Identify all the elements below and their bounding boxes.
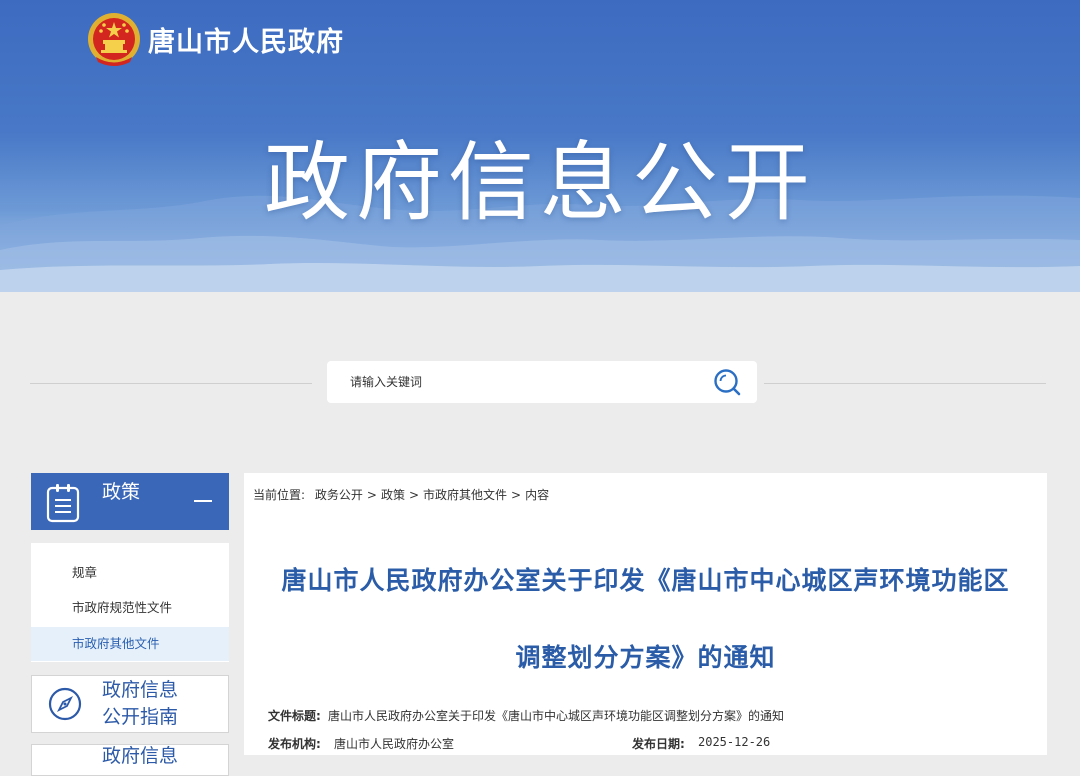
- publisher-label: 发布机构:: [268, 737, 321, 751]
- sidebar-section-title: 政策: [102, 481, 141, 503]
- clipboard-icon: [45, 483, 81, 527]
- sidebar-item-rules[interactable]: 规章: [31, 556, 229, 590]
- doc-title-label: 文件标题:: [268, 709, 321, 723]
- breadcrumb-item-policy[interactable]: 政策: [381, 488, 405, 502]
- site-name[interactable]: 唐山市人民政府: [148, 20, 344, 59]
- breadcrumb-item-gov-affairs[interactable]: 政务公开: [315, 488, 363, 502]
- breadcrumb-item-content: 内容: [525, 488, 550, 502]
- breadcrumb-item-other-docs[interactable]: 市政府其他文件: [423, 488, 507, 502]
- main-content: 当前位置: 政务公开 > 政策 > 市政府其他文件 > 内容 唐山市人民政府办公室关于印发《…: [244, 473, 1047, 755]
- sidebar-item-gov-info[interactable]: 政府信息: [31, 744, 229, 776]
- sidebar-item-disclosure-guide[interactable]: 政府信息 公开指南: [31, 675, 229, 733]
- article-title-line1: 唐山市人民政府办公室关于印发《唐山市中心城区声环境功能区: [281, 566, 1010, 595]
- divider-line-right: [764, 383, 1046, 384]
- sidebar-item-normative-docs[interactable]: 市政府规范性文件: [31, 591, 229, 625]
- sidebar-list: 规章 市政府规范性文件 市政府其他文件: [31, 543, 229, 662]
- breadcrumb: 当前位置: 政务公开 > 政策 > 市政府其他文件 > 内容: [253, 486, 549, 503]
- divider-line-left: [30, 383, 312, 384]
- collapse-minus-icon[interactable]: [194, 500, 212, 502]
- publisher-value: 唐山市人民政府办公室: [334, 737, 455, 751]
- compass-icon: [48, 687, 82, 725]
- sidebar-section-header[interactable]: 政策: [31, 473, 229, 530]
- article-title-line2: 调整划分方案》的通知: [515, 643, 776, 672]
- sidebar-item-other-docs[interactable]: 市政府其他文件: [31, 627, 229, 661]
- guide-line2: 公开指南: [102, 706, 179, 728]
- banner-title: 政府信息公开: [264, 133, 816, 233]
- doc-title-value: 唐山市人民政府办公室关于印发《唐山市中心城区声环境功能区调整划分方案》的通知: [328, 709, 785, 723]
- national-emblem-logo: [86, 12, 142, 70]
- breadcrumb-separator: >: [366, 488, 377, 502]
- search-icon: [714, 369, 741, 396]
- date-label: 发布日期:: [632, 737, 685, 751]
- breadcrumb-separator: >: [408, 488, 420, 502]
- breadcrumb-separator: >: [511, 488, 522, 502]
- date-value: 2025-12-26: [698, 735, 771, 749]
- search-input[interactable]: [327, 361, 697, 403]
- gov-info-line1: 政府信息: [102, 745, 179, 767]
- header-banner: 唐山市人民政府 政府信息公开: [0, 0, 1080, 292]
- guide-line1: 政府信息: [102, 679, 179, 701]
- search-button[interactable]: [710, 367, 744, 397]
- search-bar: [327, 361, 757, 403]
- breadcrumb-prefix: 当前位置:: [253, 488, 306, 502]
